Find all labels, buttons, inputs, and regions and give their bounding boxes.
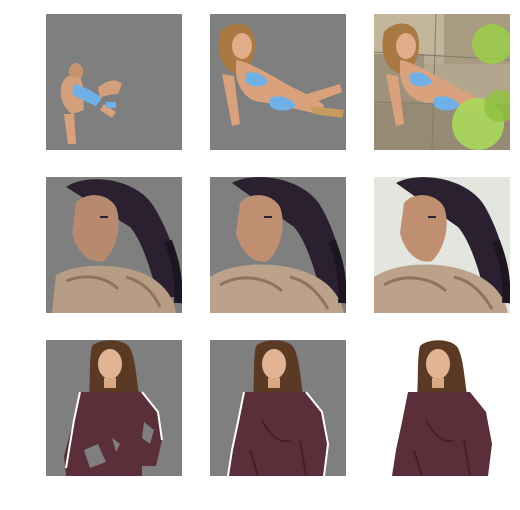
fur-coat-original-photo bbox=[374, 177, 510, 313]
fur-coat-refined-cutout-image bbox=[210, 177, 346, 313]
bikini-original-photo bbox=[374, 14, 510, 150]
maroon-top-partial-cutout-image bbox=[46, 340, 182, 476]
fur-coat-partial-cutout-image bbox=[46, 177, 182, 313]
maroon-top-original-photo bbox=[374, 340, 510, 476]
image-comparison-grid bbox=[0, 0, 520, 510]
maroon-top-refined-cutout-image bbox=[210, 340, 346, 476]
bikini-partial-cutout-image bbox=[46, 14, 182, 150]
bikini-refined-cutout-image bbox=[210, 14, 346, 150]
